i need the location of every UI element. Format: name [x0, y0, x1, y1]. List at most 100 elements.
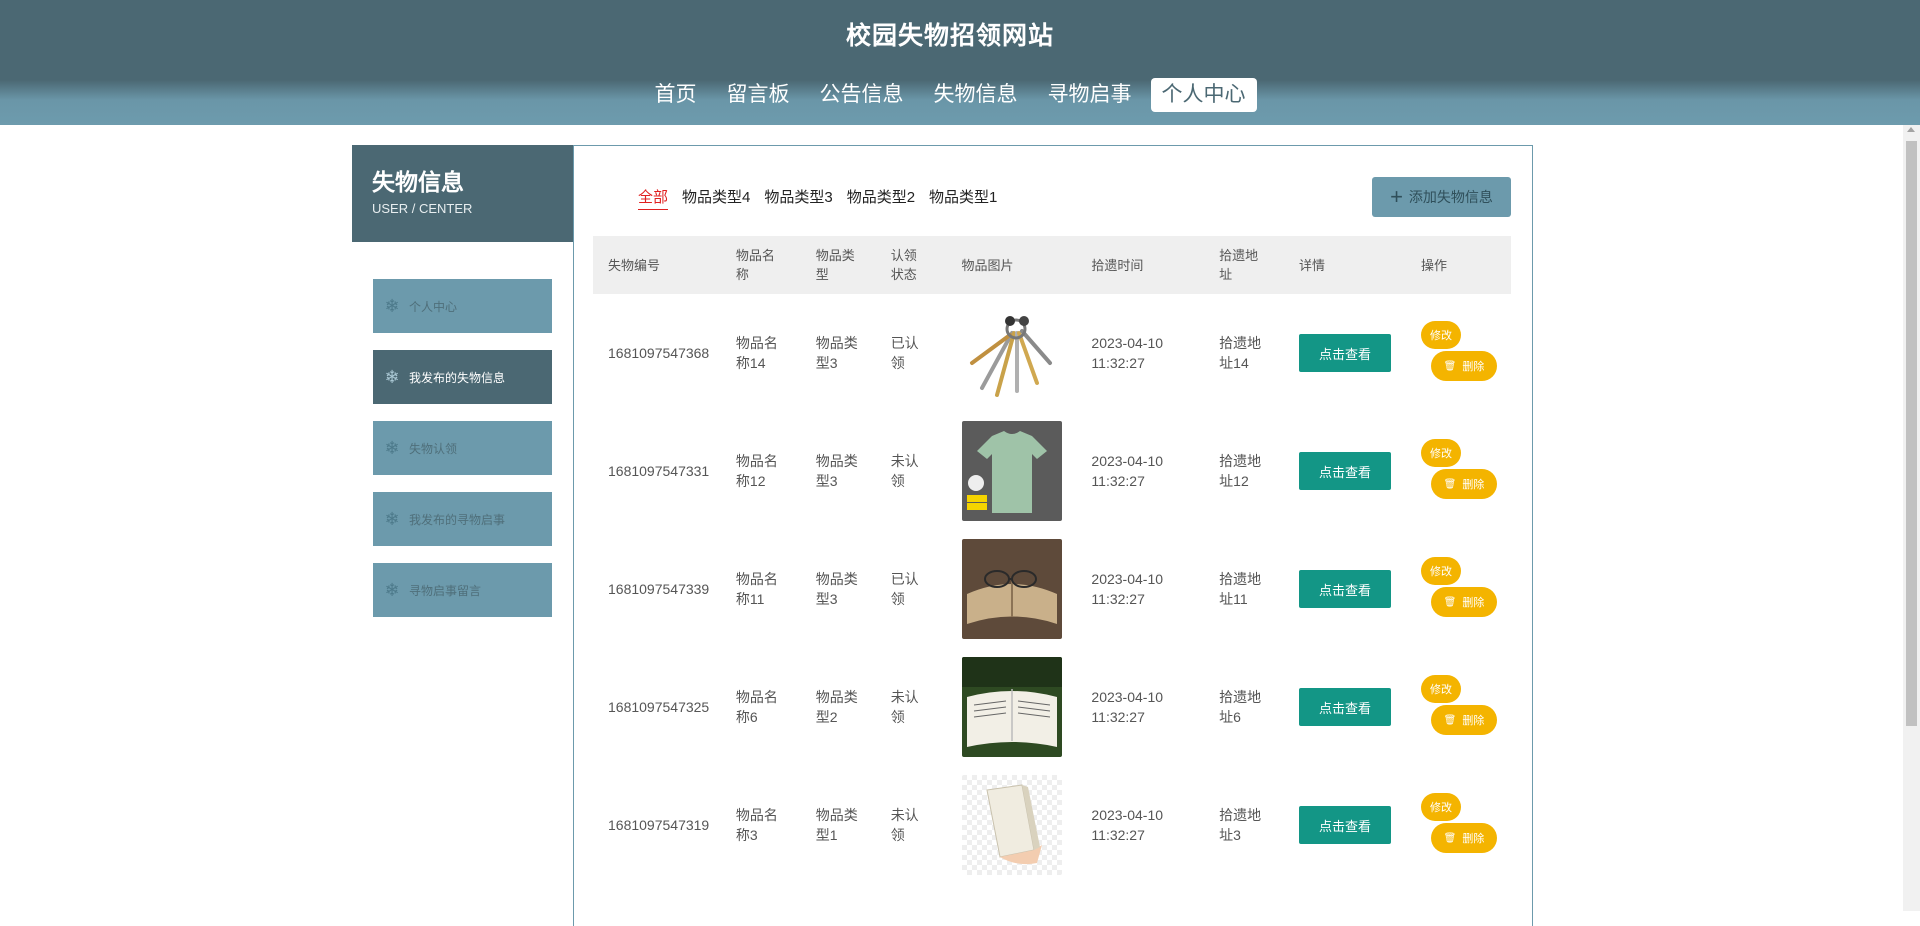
cell-image [947, 766, 1077, 884]
delete-label: 删除 [1462, 597, 1485, 609]
plus-icon: + [1390, 184, 1403, 209]
snowflake-icon: ❄ [384, 366, 400, 387]
cell-status: 已认领 [876, 294, 947, 412]
cell-type: 物品类型1 [801, 766, 876, 884]
sidebar-item-user-center[interactable]: ❄ 个人中心 [373, 279, 552, 333]
cell-detail: 点击查看 [1284, 412, 1406, 530]
sidebar-header: 失物信息 USER / CENTER [352, 145, 573, 242]
item-image [961, 775, 1062, 875]
sidebar-item-claims[interactable]: ❄ 失物认领 [373, 421, 552, 475]
edit-button[interactable]: 修改 [1421, 793, 1461, 821]
trash-icon: 🗑 [1443, 478, 1457, 490]
item-image [961, 421, 1062, 521]
sidebar-item-my-lost-items[interactable]: ❄ 我发布的失物信息 [373, 350, 552, 404]
edit-button[interactable]: 修改 [1421, 675, 1461, 703]
delete-label: 删除 [1462, 479, 1485, 491]
cell-time: 2023-04-10 11:32:27 [1076, 412, 1204, 530]
trash-icon: 🗑 [1443, 360, 1457, 372]
cell-address: 拾遗地址14 [1204, 294, 1284, 412]
view-detail-button[interactable]: 点击查看 [1299, 688, 1392, 726]
sidebar-title: 失物信息 [372, 169, 464, 195]
filter-tab-type1[interactable]: 物品类型1 [929, 186, 997, 210]
delete-button[interactable]: 🗑 删除 [1431, 705, 1497, 735]
cell-name: 物品名称6 [721, 648, 801, 766]
col-header-type-text: 物品类型 [815, 248, 855, 282]
edit-button[interactable]: 修改 [1421, 439, 1461, 467]
filter-tab-type2[interactable]: 物品类型2 [847, 186, 915, 210]
cell-actions: 修改 🗑 删除 [1406, 412, 1511, 530]
nav-item-home[interactable]: 首页 [644, 78, 708, 112]
cell-time-text: 2023-04-10 11:32:27 [1091, 807, 1164, 843]
delete-button[interactable]: 🗑 删除 [1431, 351, 1497, 381]
cell-type: 物品类型3 [801, 412, 876, 530]
cell-status: 未认领 [876, 766, 947, 884]
sidebar-item-notice-comments[interactable]: ❄ 寻物启事留言 [373, 563, 552, 617]
filter-tab-type4[interactable]: 物品类型4 [682, 186, 750, 210]
nav-item-messages[interactable]: 留言板 [716, 78, 801, 112]
scrollbar-thumb[interactable] [1906, 141, 1917, 726]
delete-button[interactable]: 🗑 删除 [1431, 587, 1497, 617]
delete-button[interactable]: 🗑 删除 [1431, 823, 1497, 853]
col-header-status: 认领状态 [875, 236, 947, 294]
sidebar-item-my-search-notices[interactable]: ❄ 我发布的寻物启事 [373, 492, 552, 546]
cell-address: 拾遗地址12 [1204, 412, 1284, 530]
cell-name: 物品名称14 [721, 294, 801, 412]
trash-icon: 🗑 [1443, 832, 1457, 844]
cell-type-text: 物品类型3 [815, 571, 858, 607]
edit-button[interactable]: 修改 [1421, 557, 1461, 585]
delete-button[interactable]: 🗑 删除 [1431, 469, 1497, 499]
cell-address-text: 拾遗地址6 [1219, 689, 1262, 725]
nav-item-search-notices[interactable]: 寻物启事 [1037, 78, 1143, 112]
page-scrollbar[interactable] [1903, 125, 1920, 911]
snowflake-icon: ❄ [384, 437, 400, 458]
sidebar-item-label: 失物认领 [409, 441, 458, 456]
col-header-image: 物品图片 [946, 236, 1077, 294]
cell-name: 物品名称3 [721, 766, 801, 884]
table-row: 1681097547339 物品名称11 物品类型3 已认领 2023-04-10 11… [593, 530, 1511, 648]
cell-type-text: 物品类型2 [815, 689, 858, 725]
col-header-name-text: 物品名称 [735, 248, 775, 282]
cell-actions: 修改 🗑 删除 [1406, 530, 1511, 648]
col-header-actions: 操作 [1406, 236, 1511, 294]
cell-id: 1681097547339 [608, 581, 710, 597]
cell-actions: 修改 🗑 删除 [1406, 648, 1511, 766]
nav-item-announcements[interactable]: 公告信息 [809, 78, 915, 112]
cell-type-text: 物品类型1 [815, 807, 858, 843]
row-actions: 修改 🗑 删除 [1421, 439, 1511, 503]
view-detail-button[interactable]: 点击查看 [1299, 334, 1392, 372]
cell-status-text: 已认领 [890, 571, 919, 607]
cell-type-text: 物品类型3 [815, 453, 858, 489]
filter-tab-all[interactable]: 全部 [638, 186, 669, 210]
item-image [961, 539, 1062, 639]
cell-id: 1681097547325 [608, 699, 710, 715]
view-detail-button[interactable]: 点击查看 [1299, 806, 1392, 844]
sidebar-item-label: 个人中心 [409, 299, 458, 314]
row-actions: 修改 🗑 删除 [1421, 321, 1511, 385]
nav-item-lost-items[interactable]: 失物信息 [923, 78, 1029, 112]
nav-item-user-center[interactable]: 个人中心 [1150, 78, 1257, 112]
view-detail-button[interactable]: 点击查看 [1299, 452, 1392, 490]
cell-address: 拾遗地址11 [1204, 530, 1284, 648]
cell-actions: 修改 🗑 删除 [1406, 294, 1511, 412]
cell-type: 物品类型3 [801, 530, 876, 648]
scroll-up-arrow-icon[interactable] [1907, 127, 1915, 132]
cell-address-text: 拾遗地址11 [1219, 571, 1262, 607]
col-header-detail: 详情 [1284, 236, 1406, 294]
filter-tab-type3[interactable]: 物品类型3 [764, 186, 832, 210]
cell-status-text: 未认领 [890, 689, 919, 725]
cell-name: 物品名称11 [721, 530, 801, 648]
col-header-status-text: 认领状态 [890, 248, 917, 282]
cell-type-text: 物品类型3 [815, 335, 858, 371]
table-row: 1681097547325 物品名称6 物品类型2 未认领 2023-04-10 11:… [593, 648, 1511, 766]
row-actions: 修改 🗑 删除 [1421, 675, 1511, 739]
cell-time-text: 2023-04-10 11:32:27 [1091, 689, 1164, 725]
add-lost-item-button[interactable]: + 添加失物信息 [1372, 177, 1511, 217]
cell-name-text: 物品名称11 [735, 571, 778, 607]
lost-items-table: 失物编号 物品名称 物品类型 认领状态 物品图片 拾遗时间 拾遗地址 详情 操作… [593, 236, 1511, 884]
delete-label: 删除 [1462, 361, 1485, 373]
edit-button[interactable]: 修改 [1421, 321, 1461, 349]
cell-name: 物品名称12 [721, 412, 801, 530]
cell-time-text: 2023-04-10 11:32:27 [1091, 571, 1164, 607]
snowflake-icon: ❄ [384, 579, 400, 600]
view-detail-button[interactable]: 点击查看 [1299, 570, 1392, 608]
